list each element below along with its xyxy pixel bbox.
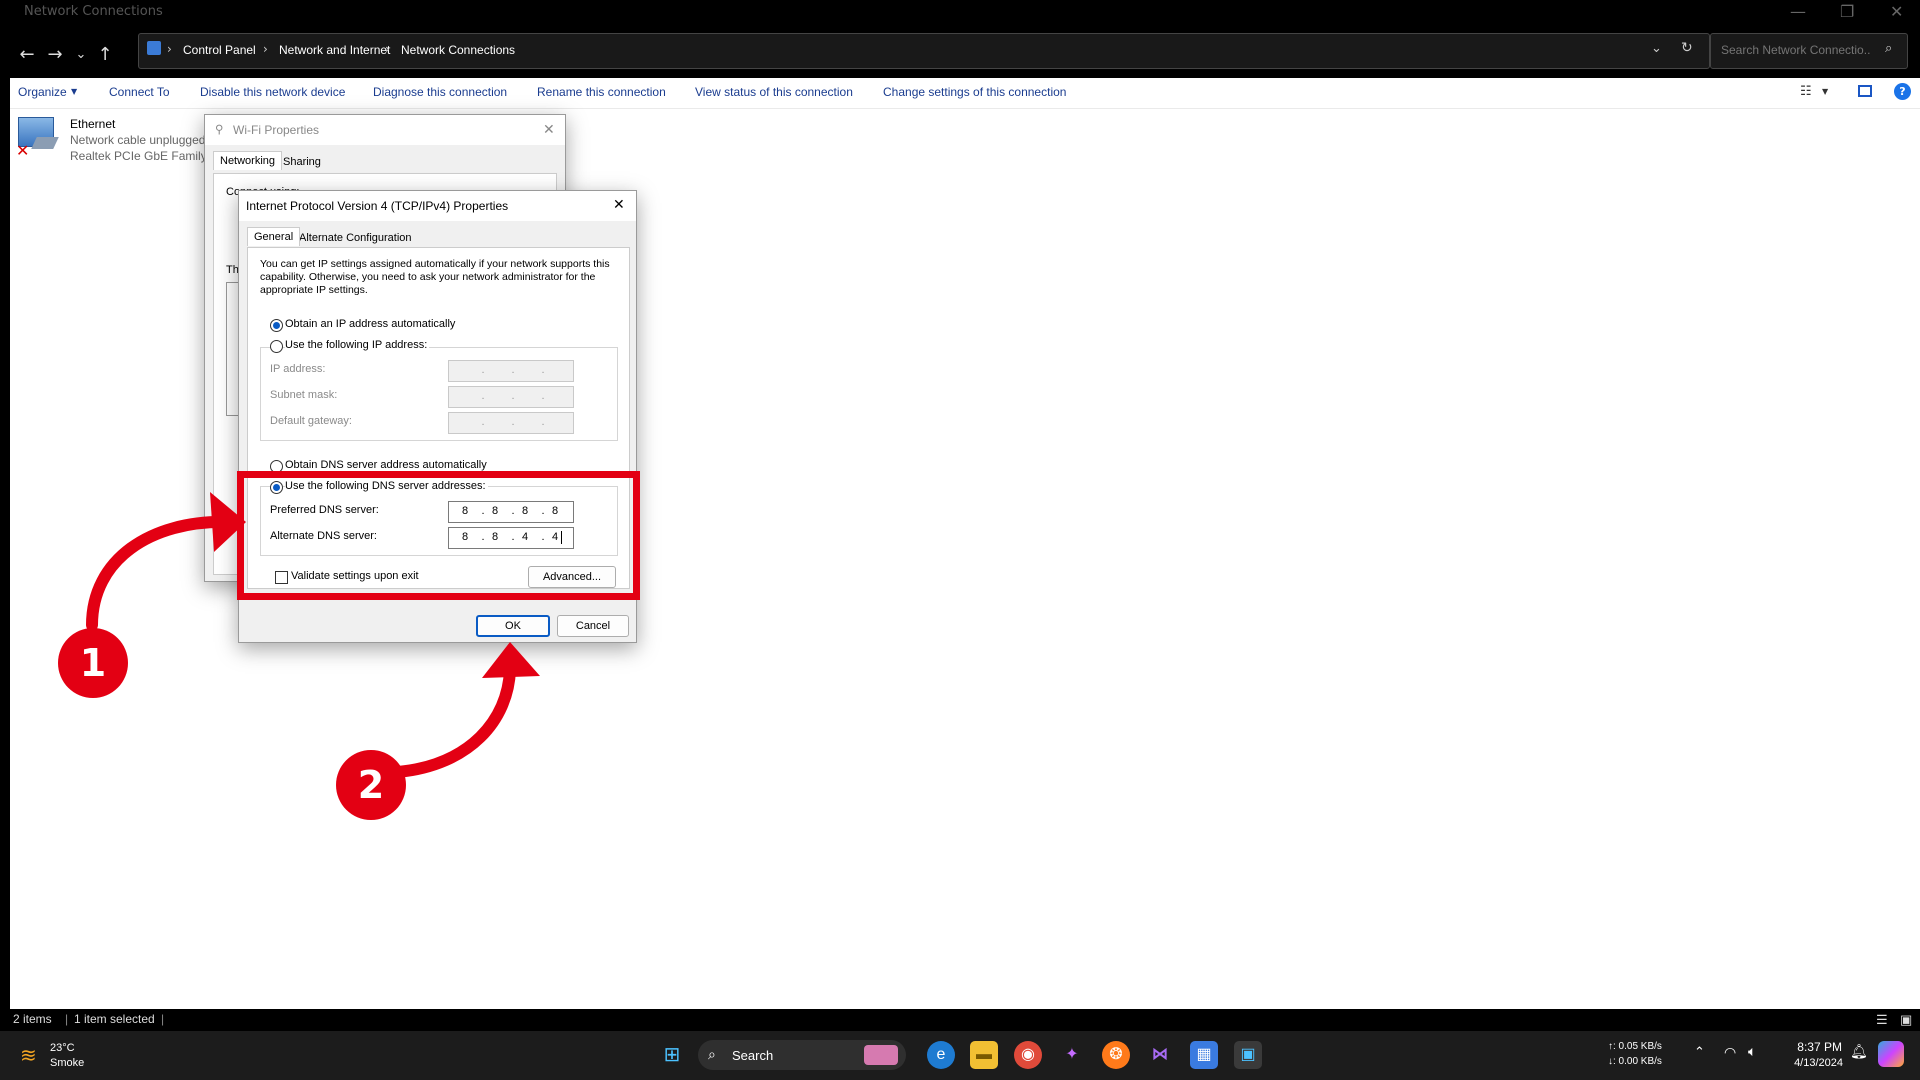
arrow-1-curve — [86, 515, 234, 631]
volume-icon[interactable]: 🔈︎ — [1748, 1043, 1756, 1060]
start-windows-icon[interactable]: ⊞ — [658, 1041, 686, 1069]
taskbar-search-icon: ⌕ — [708, 1046, 716, 1062]
notification-bell-icon[interactable]: 🔔︎ — [1850, 1043, 1868, 1060]
step-badge-2: 2 — [336, 750, 406, 820]
copilot-app-icon[interactable]: ✦ — [1058, 1041, 1086, 1069]
wifi-icon[interactable]: ◠ — [1724, 1044, 1736, 1061]
network-connections-task-icon[interactable]: ▣ — [1234, 1041, 1262, 1069]
step-badge-1: 1 — [58, 628, 128, 698]
weather-desc[interactable]: Smoke — [50, 1057, 84, 1069]
taskbar: ≋ 23°C Smoke ⊞ ⌕ Search e ▬ ◉ ✦ ❂ ⋈ ▦ ▣ … — [0, 1031, 1920, 1080]
net-upload-speed: ↑: 0.05 KB/s — [1608, 1041, 1662, 1052]
taskbar-search-label: Search — [732, 1048, 774, 1063]
annotation-arrows — [86, 492, 540, 778]
arrow-1-head — [210, 492, 246, 552]
search-highlight-icon — [864, 1045, 898, 1065]
taskbar-search[interactable]: ⌕ Search — [698, 1040, 906, 1070]
weather-icon[interactable]: ≋ — [20, 1043, 37, 1068]
file-explorer-icon[interactable]: ▬ — [970, 1041, 998, 1069]
weather-temp[interactable]: 23°C — [50, 1042, 75, 1054]
clock-time[interactable]: 8:37 PM — [1782, 1040, 1842, 1054]
arrow-2-head — [482, 642, 540, 678]
store-icon[interactable]: ▦ — [1190, 1041, 1218, 1069]
chrome-icon[interactable]: ◉ — [1014, 1041, 1042, 1069]
copilot-icon[interactable] — [1878, 1041, 1904, 1067]
arrow-2-curve — [392, 664, 516, 778]
firefox-icon[interactable]: ❂ — [1102, 1041, 1130, 1069]
visual-studio-icon[interactable]: ⋈ — [1146, 1041, 1174, 1069]
clock-date[interactable]: 4/13/2024 — [1777, 1057, 1843, 1069]
tray-chevron-icon[interactable]: ⌃ — [1694, 1044, 1705, 1060]
tab-general[interactable]: General — [247, 227, 301, 246]
edge-icon[interactable]: e — [927, 1041, 955, 1069]
net-download-speed: ↓: 0.00 KB/s — [1608, 1056, 1662, 1067]
